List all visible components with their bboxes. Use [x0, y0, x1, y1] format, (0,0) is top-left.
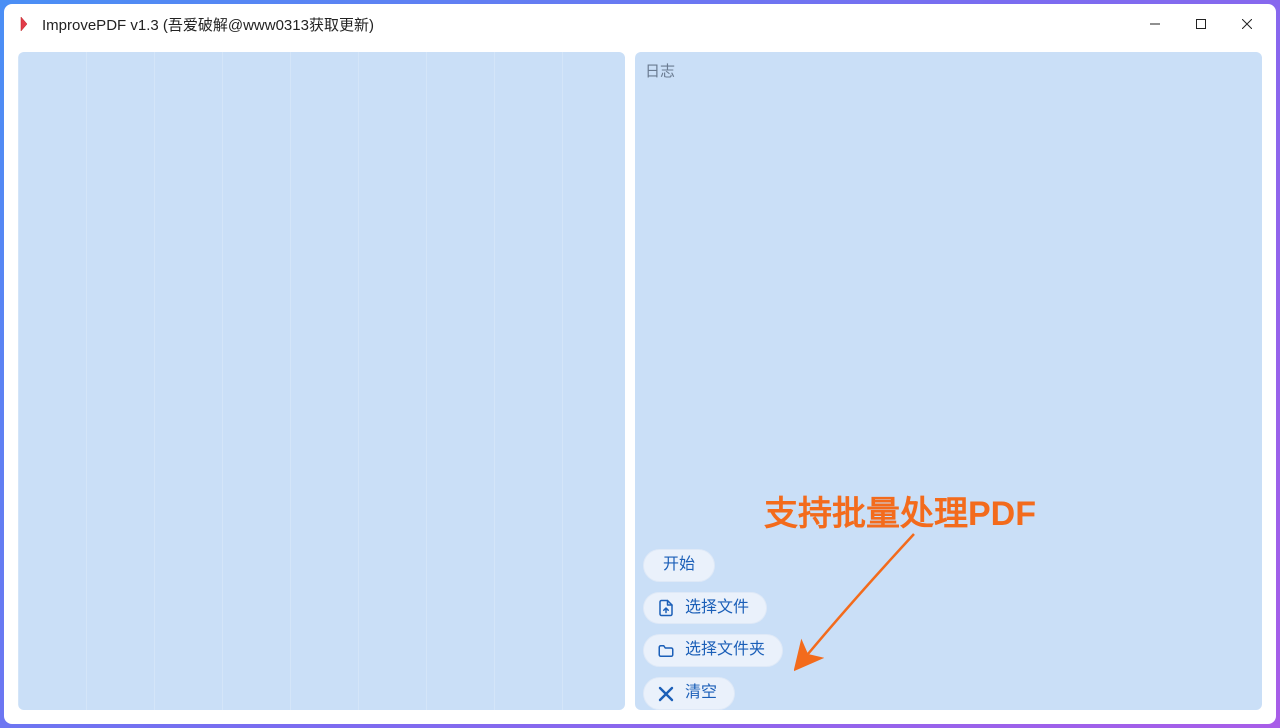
app-icon — [18, 16, 34, 32]
log-label: 日志 — [645, 60, 1252, 81]
window-frame: ImprovePDF v1.3 (吾爱破解@www0313获取更新) 日志 — [0, 0, 1280, 728]
window-controls — [1132, 8, 1270, 40]
window-title: ImprovePDF v1.3 (吾爱破解@www0313获取更新) — [42, 14, 374, 35]
folder-icon — [657, 642, 675, 660]
content-area: 日志 开始 选择文件 — [4, 44, 1276, 724]
clear-button[interactable]: 清空 — [643, 677, 735, 710]
window-inner: ImprovePDF v1.3 (吾爱破解@www0313获取更新) 日志 — [4, 4, 1276, 724]
maximize-button[interactable] — [1178, 8, 1224, 40]
select-file-label: 选择文件 — [685, 598, 749, 619]
close-button[interactable] — [1224, 8, 1270, 40]
file-upload-icon — [657, 599, 675, 617]
select-file-button[interactable]: 选择文件 — [643, 592, 767, 625]
clear-label: 清空 — [685, 683, 717, 704]
close-icon — [657, 685, 675, 703]
start-button-label: 开始 — [663, 555, 695, 576]
action-buttons: 开始 选择文件 — [643, 549, 783, 710]
select-folder-label: 选择文件夹 — [685, 640, 765, 661]
log-panel: 日志 开始 选择文件 — [635, 52, 1262, 710]
minimize-button[interactable] — [1132, 8, 1178, 40]
file-list-panel[interactable] — [18, 52, 625, 710]
start-button[interactable]: 开始 — [643, 549, 715, 582]
titlebar[interactable]: ImprovePDF v1.3 (吾爱破解@www0313获取更新) — [4, 4, 1276, 44]
select-folder-button[interactable]: 选择文件夹 — [643, 634, 783, 667]
